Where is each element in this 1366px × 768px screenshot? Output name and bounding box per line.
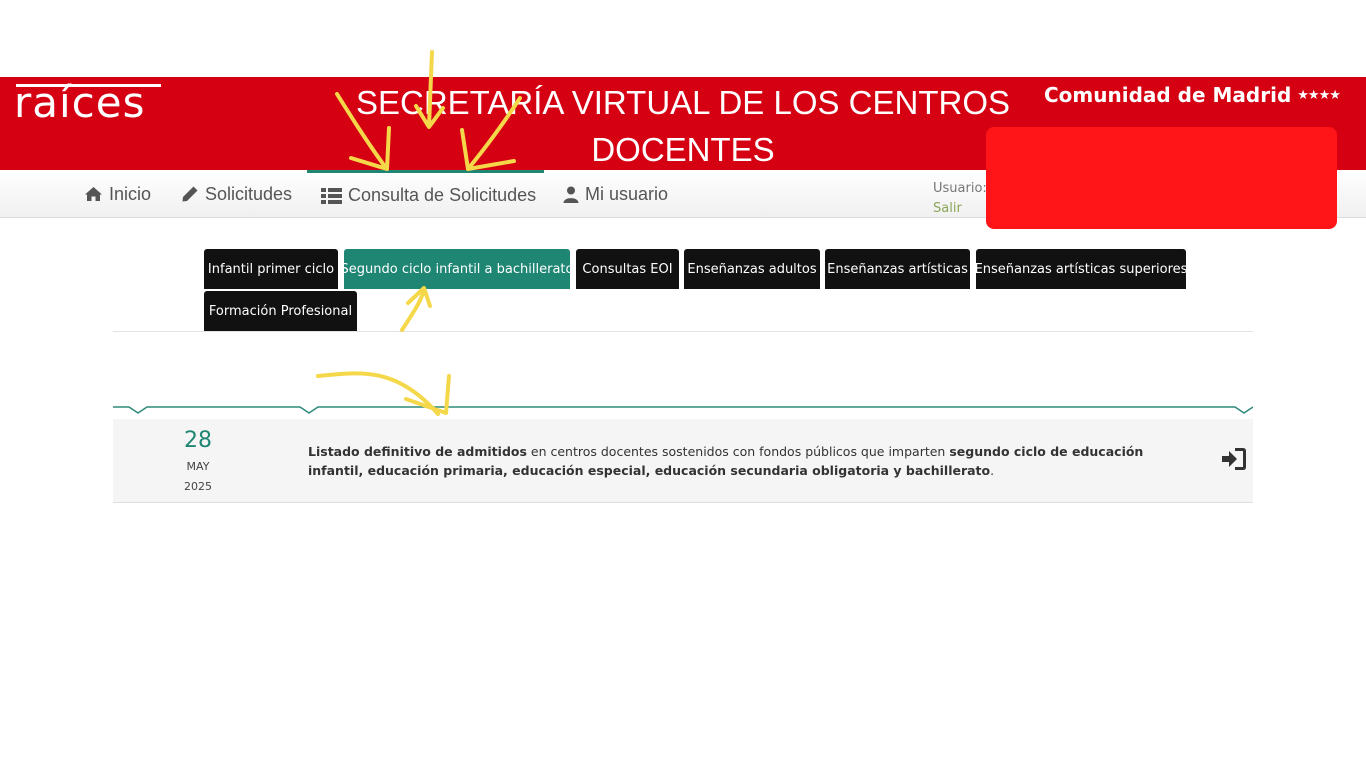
news-text-part: Listado definitivo de admitidos xyxy=(308,444,527,459)
news-day: 28 xyxy=(184,428,212,453)
nav-label: Mi usuario xyxy=(585,183,669,204)
nav-item-consulta-solicitudes[interactable]: Consulta de Solicitudes xyxy=(307,170,544,218)
tab-infantil-primer-ciclo[interactable]: Infantil primer ciclo xyxy=(204,249,338,289)
news-text-part: en centros docentes sostenidos con fondo… xyxy=(526,444,950,459)
user-box: Usuario: Salir xyxy=(933,179,987,219)
home-icon xyxy=(85,187,102,201)
raices-logo[interactable]: raíces xyxy=(14,81,164,125)
nav-item-mi-usuario[interactable]: Mi usuario xyxy=(563,170,668,218)
news-text-part: . xyxy=(990,463,995,478)
region-logo: Comunidad de Madrid ★★★★ xyxy=(1044,83,1341,107)
news-text: Listado definitivo de admitidos en centr… xyxy=(308,442,1198,480)
user-icon xyxy=(563,186,579,203)
news-month: MAY xyxy=(186,460,210,473)
logo-text: raíces xyxy=(14,78,146,127)
pencil-icon xyxy=(182,186,198,202)
region-name: Comunidad de Madrid xyxy=(1044,83,1292,107)
tab-ensenanzas-artisticas-superiores[interactable]: Enseñanzas artísticas superiores xyxy=(975,249,1187,289)
tab-formacion-profesional[interactable]: Formación Profesional xyxy=(204,291,357,331)
news-date: 28 MAY 2025 xyxy=(153,427,243,495)
region-stars: ★★★★ xyxy=(1297,88,1341,103)
news-item[interactable]: 28 MAY 2025 Listado definitivo de admiti… xyxy=(113,419,1253,503)
tab-segundo-ciclo[interactable]: Segundo ciclo infantil a bachillerato xyxy=(341,249,573,289)
nav-item-solicitudes[interactable]: Solicitudes xyxy=(181,170,292,218)
redaction-block xyxy=(986,127,1337,229)
tab-ensenanzas-adultos[interactable]: Enseñanzas adultos xyxy=(684,249,820,289)
tabs-divider xyxy=(113,331,1253,332)
tab-ensenanzas-artisticas[interactable]: Enseñanzas artísticas xyxy=(825,249,970,289)
nav-label: Consulta de Solicitudes xyxy=(348,185,537,205)
logout-link[interactable]: Salir xyxy=(933,199,987,219)
timeline-divider xyxy=(113,406,1253,414)
user-label: Usuario: xyxy=(933,181,987,196)
tab-consultas-eoi[interactable]: Consultas EOI xyxy=(576,249,679,289)
list-icon xyxy=(321,188,342,204)
nav-label: Inicio xyxy=(109,183,152,204)
site-title: SECRETARÍA VIRTUAL DE LOS CENTROS DOCENT… xyxy=(355,84,1011,168)
nav-label: Solicitudes xyxy=(205,183,293,204)
sign-in-icon[interactable] xyxy=(1221,447,1247,471)
news-year: 2025 xyxy=(184,480,212,493)
nav-item-inicio[interactable]: Inicio xyxy=(84,170,151,218)
